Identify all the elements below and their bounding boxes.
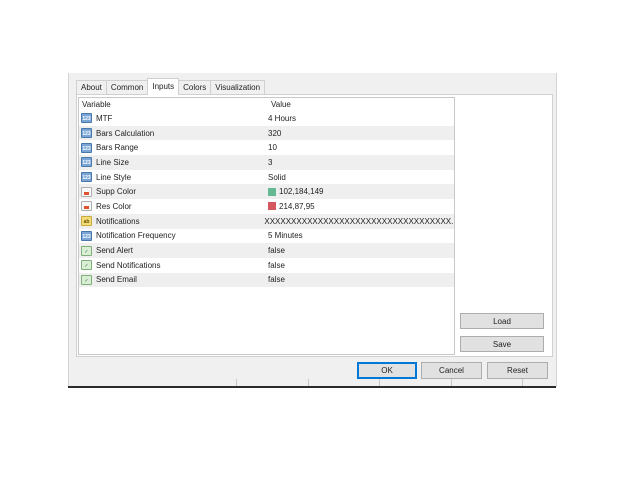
tab-colors[interactable]: Colors (178, 80, 212, 95)
reset-button[interactable]: Reset (487, 362, 548, 379)
grid-header: Variable Value (79, 98, 454, 111)
value-text: 102,184,149 (279, 187, 324, 197)
variable-label: Notifications (96, 216, 140, 226)
variable-label: Send Email (96, 275, 137, 285)
value-text: 4 Hours (268, 113, 297, 123)
variable-label: Res Color (96, 201, 132, 211)
grid-rows: 123 MTF 4 Hours 123 Bars Calculation 320 123 Ba… (79, 111, 454, 288)
value-cell[interactable]: XXXXXXXXXXXXXXXXXXXXXXXXXXXXXXXXXXX... (261, 217, 454, 226)
table-row[interactable]: Supp Color 102,184,149 (79, 184, 454, 200)
variable-cell[interactable]: 123 Notification Frequency (79, 230, 265, 241)
table-row[interactable]: 123 Bars Range 10 (79, 140, 454, 155)
table-row[interactable]: ✓ Send Email false (79, 272, 454, 288)
variable-label: Send Notifications (96, 260, 161, 270)
variable-cell[interactable]: ✓ Send Email (79, 274, 265, 285)
value-text: false (268, 260, 285, 270)
value-text: 3 (268, 157, 273, 167)
tab-about[interactable]: About (76, 80, 107, 95)
value-text: 10 (268, 143, 277, 153)
table-row[interactable]: 123 Notification Frequency 5 Minutes (79, 229, 454, 244)
boolean-parameter-icon: ✓ (81, 260, 92, 271)
column-header-value[interactable]: Value (268, 98, 291, 111)
variable-label: Line Size (96, 157, 129, 167)
value-text: 5 Minutes (268, 231, 303, 241)
load-button[interactable]: Load (460, 313, 544, 329)
color-swatch[interactable] (268, 202, 276, 211)
value-cell[interactable]: 10 (265, 143, 277, 152)
table-row[interactable]: ✓ Send Notifications false (79, 258, 454, 273)
color-parameter-icon (81, 201, 92, 212)
variable-cell[interactable]: ✓ Send Alert (79, 245, 265, 256)
variable-label: Bars Range (96, 143, 139, 153)
numeric-parameter-icon: 123 (81, 230, 92, 241)
variable-label: Line Style (96, 172, 132, 182)
numeric-parameter-icon: 123 (81, 142, 92, 153)
value-cell[interactable]: false (265, 275, 285, 284)
value-text: Solid (268, 172, 286, 182)
color-swatch[interactable] (268, 187, 276, 196)
variable-cell[interactable]: 123 Bars Calculation (79, 128, 265, 139)
variable-cell[interactable]: Supp Color (79, 186, 265, 197)
value-cell[interactable]: 214,87,95 (265, 202, 315, 211)
value-text: false (268, 275, 285, 285)
value-cell[interactable]: 102,184,149 (265, 187, 324, 196)
table-row[interactable]: ✓ Send Alert false (79, 243, 454, 258)
inputs-grid: Variable Value 123 MTF 4 Hours 123 Bars Calc… (78, 97, 455, 355)
numeric-parameter-icon: 123 (81, 113, 92, 124)
variable-cell[interactable]: 123 Bars Range (79, 142, 265, 153)
variable-label: Send Alert (96, 246, 133, 256)
value-text: false (268, 246, 285, 256)
numeric-parameter-icon: 123 (81, 128, 92, 139)
value-cell[interactable]: 5 Minutes (265, 231, 303, 240)
save-button[interactable]: Save (460, 336, 544, 352)
tab-inputs[interactable]: Inputs (147, 78, 180, 95)
variable-cell[interactable]: Res Color (79, 201, 265, 212)
tab-common[interactable]: Common (105, 80, 149, 95)
value-cell[interactable]: 4 Hours (265, 114, 296, 123)
variable-label: Supp Color (96, 187, 137, 197)
value-cell[interactable]: 320 (265, 129, 281, 138)
boolean-parameter-icon: ✓ (81, 245, 92, 256)
value-text: XXXXXXXXXXXXXXXXXXXXXXXXXXXXXXXXXXX... (264, 216, 454, 226)
value-cell[interactable]: 3 (265, 158, 272, 167)
chart-background-ticks (236, 379, 536, 386)
table-row[interactable]: 123 Line Size 3 (79, 155, 454, 170)
value-cell[interactable]: false (265, 261, 285, 270)
value-cell[interactable]: false (265, 246, 285, 255)
variable-cell[interactable]: ab Notifications (79, 216, 261, 227)
tab-visualization[interactable]: Visualization (210, 80, 266, 95)
string-parameter-icon: ab (81, 216, 92, 227)
table-row[interactable]: 123 Bars Calculation 320 (79, 125, 454, 141)
variable-cell[interactable]: ✓ Send Notifications (79, 260, 265, 271)
cancel-button[interactable]: Cancel (421, 362, 482, 379)
variable-label: MTF (96, 113, 113, 123)
variable-cell[interactable]: 123 MTF (79, 113, 265, 124)
table-row[interactable]: 123 Line Style Solid (79, 170, 454, 185)
value-text: 320 (268, 128, 282, 138)
numeric-parameter-icon: 123 (81, 157, 92, 168)
dialog-bottom-edge (68, 386, 556, 388)
column-header-variable[interactable]: Variable (79, 98, 268, 111)
variable-label: Notification Frequency (96, 231, 176, 241)
numeric-parameter-icon: 123 (81, 172, 92, 183)
variable-cell[interactable]: 123 Line Style (79, 172, 265, 183)
variable-label: Bars Calculation (96, 128, 155, 138)
table-row[interactable]: 123 MTF 4 Hours (79, 111, 454, 126)
variable-cell[interactable]: 123 Line Size (79, 157, 265, 168)
tab-bar: About Common Inputs Colors Visualization (76, 78, 266, 95)
ok-button[interactable]: OK (357, 362, 417, 379)
table-row[interactable]: Res Color 214,87,95 (79, 199, 454, 214)
value-cell[interactable]: Solid (265, 173, 286, 182)
boolean-parameter-icon: ✓ (81, 274, 92, 285)
table-row[interactable]: ab Notifications XXXXXXXXXXXXXXXXXXXXXXXXX… (79, 213, 454, 229)
color-parameter-icon (81, 186, 92, 197)
value-text: 214,87,95 (279, 201, 315, 211)
